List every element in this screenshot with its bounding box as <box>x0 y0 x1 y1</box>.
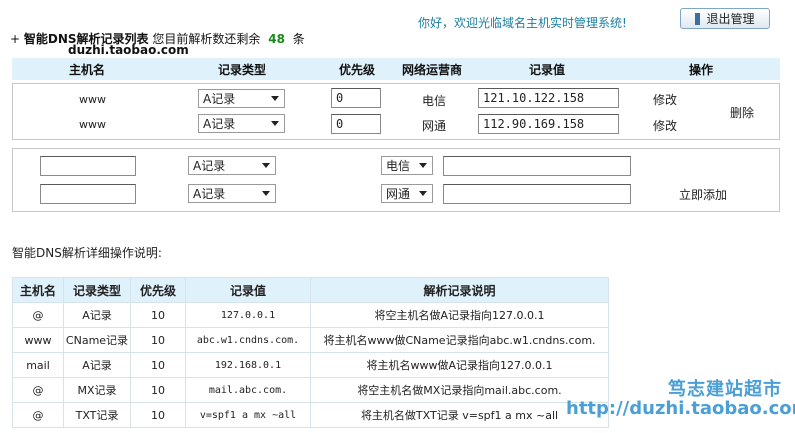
table-row: @ A记录 10 127.0.0.1 将空主机名做A记录指向127.0.0.1 <box>12 302 609 328</box>
new-type-value: A记录 <box>193 187 226 201</box>
col-priority: 优先级 <box>338 62 375 77</box>
add-panel: A记录 电信 A记录 网通 立即添加 <box>12 148 780 212</box>
new-value-input[interactable] <box>443 184 631 204</box>
guide-col-priority: 优先级 <box>130 277 186 303</box>
new-type-select[interactable]: A记录 <box>188 156 276 175</box>
chevron-down-icon <box>271 121 279 126</box>
record-value-input[interactable]: 112.90.169.158 <box>478 114 619 134</box>
new-value-input[interactable] <box>443 156 631 176</box>
record-isp: 电信 <box>422 94 447 108</box>
guide-cell: 127.0.0.1 <box>185 302 311 328</box>
guide-cell: v=spf1 a mx ~all <box>185 402 311 428</box>
new-isp-select[interactable]: 电信 <box>381 156 433 175</box>
table-row: @ TXT记录 10 v=spf1 a mx ~all 将主机名做TXT记录 v… <box>12 402 609 428</box>
guide-cell: 10 <box>130 302 186 328</box>
guide-cell: 10 <box>130 377 186 403</box>
guide-table: 主机名 记录类型 优先级 记录值 解析记录说明 @ A记录 10 127.0.0… <box>12 277 609 428</box>
guide-header-row: 主机名 记录类型 优先级 记录值 解析记录说明 <box>12 277 609 303</box>
guide-col-desc: 解析记录说明 <box>310 277 609 303</box>
guide-cell: 将空主机名做A记录指向127.0.0.1 <box>310 302 609 328</box>
guide-col-type: 记录类型 <box>63 277 131 303</box>
record-host: www <box>79 93 106 106</box>
new-type-select[interactable]: A记录 <box>188 184 276 203</box>
remain-suffix: 条 <box>292 32 305 46</box>
record-type-select[interactable]: A记录 <box>198 89 285 108</box>
guide-cell: 192.168.0.1 <box>185 352 311 378</box>
chevron-down-icon <box>262 163 270 168</box>
logout-button[interactable]: 退出管理 <box>680 8 770 29</box>
guide-cell: @ <box>12 302 64 328</box>
guide-cell: 将空主机名做MX记录指向mail.abc.com. <box>310 377 609 403</box>
guide-cell: 10 <box>130 352 186 378</box>
new-host-input[interactable] <box>40 156 136 176</box>
record-type-select[interactable]: A记录 <box>198 114 285 133</box>
delete-link[interactable]: 删除 <box>730 104 754 121</box>
welcome-text: 你好，欢迎光临域名主机实时管理系统! <box>418 16 627 30</box>
record-type-value: A记录 <box>203 92 236 106</box>
record-host: www <box>79 118 106 131</box>
new-host-input[interactable] <box>40 184 136 204</box>
table-row: @ MX记录 10 mail.abc.com. 将空主机名做MX记录指向mail… <box>12 377 609 403</box>
edit-link[interactable]: 修改 <box>653 117 677 134</box>
header-bullet: + <box>10 32 21 46</box>
chevron-down-icon <box>419 163 427 168</box>
records-header: 主机名 记录类型 优先级 网络运营商 记录值 操作 <box>12 58 780 80</box>
guide-col-value: 记录值 <box>185 277 311 303</box>
chevron-down-icon <box>271 96 279 101</box>
guide-cell: 将主机名www做CName记录指向abc.w1.cndns.com. <box>310 327 609 353</box>
records-panel: www A记录 0 电信 121.10.122.158 修改 www A记录 0… <box>12 83 780 140</box>
guide-col-host: 主机名 <box>12 277 64 303</box>
guide-cell: A记录 <box>63 352 131 378</box>
col-isp: 网络运营商 <box>401 62 462 77</box>
new-type-value: A记录 <box>193 159 226 173</box>
guide-cell: www <box>12 327 64 353</box>
new-isp-value: 电信 <box>386 159 411 173</box>
guide-cell: @ <box>12 402 64 428</box>
table-row: mail A记录 10 192.168.0.1 将主机名www做A记录指向127… <box>12 352 609 378</box>
add-now-button[interactable]: 立即添加 <box>679 186 727 203</box>
guide-cell: CName记录 <box>63 327 131 353</box>
remain-count: 48 <box>268 32 285 46</box>
chevron-down-icon <box>262 191 270 196</box>
chevron-down-icon <box>419 191 427 196</box>
new-isp-select[interactable]: 网通 <box>381 184 433 203</box>
new-isp-value: 网通 <box>386 187 411 201</box>
guide-cell: 10 <box>130 327 186 353</box>
guide-cell: 将主机名www做A记录指向127.0.0.1 <box>310 352 609 378</box>
table-row: www CName记录 10 abc.w1.cndns.com. 将主机名www… <box>12 327 609 353</box>
col-value: 记录值 <box>528 62 565 77</box>
col-type: 记录类型 <box>217 62 266 77</box>
record-priority-input[interactable]: 0 <box>331 114 381 134</box>
guide-cell: @ <box>12 377 64 403</box>
col-action: 操作 <box>688 62 713 77</box>
guide-cell: A记录 <box>63 302 131 328</box>
record-type-value: A记录 <box>203 117 236 131</box>
guide-cell: TXT记录 <box>63 402 131 428</box>
record-isp: 网通 <box>422 119 447 133</box>
guide-cell: mail <box>12 352 64 378</box>
guide-cell: 10 <box>130 402 186 428</box>
logout-label: 退出管理 <box>706 12 755 26</box>
record-priority-input[interactable]: 0 <box>331 88 381 108</box>
col-host: 主机名 <box>68 62 105 77</box>
guide-cell: abc.w1.cndns.com. <box>185 327 311 353</box>
guide-cell: mail.abc.com. <box>185 377 311 403</box>
record-value-input[interactable]: 121.10.122.158 <box>478 88 619 108</box>
edit-link[interactable]: 修改 <box>653 91 677 108</box>
guide-cell: 将主机名做TXT记录 v=spf1 a mx ~all <box>310 402 609 428</box>
logout-icon <box>695 12 701 25</box>
guide-cell: MX记录 <box>63 377 131 403</box>
watermark-top: duzhi.taobao.com <box>68 43 189 57</box>
watermark-url: http://duzhi.taobao.com <box>566 398 795 419</box>
guide-title: 智能DNS解析详细操作说明: <box>12 246 162 260</box>
